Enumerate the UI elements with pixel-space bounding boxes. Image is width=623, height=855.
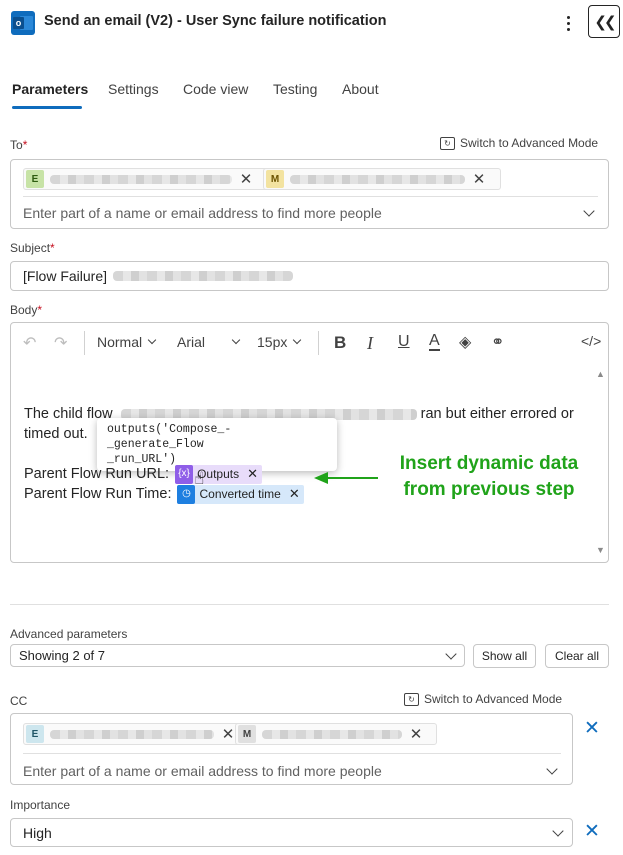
remove-cc-parameter-icon[interactable]: ✕ [584,719,600,738]
to-field[interactable]: E ✕ M ✕ Enter part of a name or email ad… [10,159,609,229]
remove-importance-parameter-icon[interactable]: ✕ [584,822,600,841]
importance-label: Importance [10,798,71,812]
style-dropdown[interactable]: Normal [97,334,157,350]
to-switch-advanced-mode[interactable]: ↻ Switch to Advanced Mode [440,136,598,150]
dynamic-token-outputs[interactable]: {x} Outputs ✕ [175,464,262,484]
tab-parameters[interactable]: Parameters [12,81,88,97]
tab-about[interactable]: About [342,81,379,97]
redacted-email [50,174,232,184]
bold-icon[interactable]: B [334,333,346,353]
recipient-chip: E ✕ [23,168,268,190]
cc-search-input[interactable]: Enter part of a name or email address to… [23,763,382,779]
to-search-input[interactable]: Enter part of a name or email address to… [23,205,382,221]
font-dropdown[interactable]: Arial [177,334,241,350]
page-title: Send an email (V2) - User Sync failure n… [44,13,387,29]
dynamic-token-converted-time[interactable]: ◷ Converted time ✕ [177,484,304,504]
font-color-icon[interactable]: A [429,332,440,351]
body-label: Body* [10,303,43,317]
remove-recipient-icon[interactable]: ✕ [238,172,254,187]
to-label: To* [10,138,28,152]
outlook-icon: o [11,11,35,35]
clear-all-button[interactable]: Clear all [545,644,609,668]
recipient-chip: E ✕ [23,723,249,745]
remove-recipient-icon[interactable]: ✕ [471,172,487,187]
more-vertical-icon[interactable] [560,10,576,36]
run-time-line: Parent Flow Run Time: ◷ Converted time ✕ [24,484,304,504]
redacted-subject [113,271,294,281]
chevron-down-icon [445,648,457,660]
remove-token-icon[interactable]: ✕ [289,484,300,504]
expression-icon: {x} [175,464,194,484]
redo-icon[interactable]: ↷ [54,333,67,353]
chevron-down-icon[interactable] [583,205,595,217]
tab-settings[interactable]: Settings [108,81,159,97]
code-view-icon[interactable]: </> [581,333,601,349]
section-divider [10,604,609,605]
chevron-down-icon [293,335,302,345]
active-tab-indicator [12,106,82,109]
redacted-email [262,729,402,739]
annotation-arrow-icon [314,472,378,484]
remove-token-icon[interactable]: ✕ [247,464,258,484]
annotation-callout: Insert dynamic data from previous step [399,453,579,500]
scroll-down-icon[interactable]: ▼ [596,545,605,555]
code-switch-icon: ↻ [440,136,455,150]
cc-switch-advanced-mode[interactable]: ↻ Switch to Advanced Mode [404,692,562,706]
avatar: M [238,725,256,743]
body-editor[interactable]: ↶ ↷ Normal Arial 15px B I U A ◈ ⚭ </> ▲ … [10,322,609,563]
divider [23,196,598,197]
advanced-parameters-label: Advanced parameters [10,627,128,641]
subject-input[interactable]: [Flow Failure] [10,261,609,291]
subject-label: Subject* [10,241,55,255]
undo-icon[interactable]: ↶ [23,333,36,353]
link-icon[interactable]: ⚭ [491,332,504,352]
toolbar-divider [318,331,319,355]
tab-code-view[interactable]: Code view [183,81,248,97]
avatar: E [26,170,44,188]
avatar: M [266,170,284,188]
chevron-double-left-icon: ❮❮ [594,13,616,31]
highlight-icon[interactable]: ◈ [459,332,471,352]
cc-field[interactable]: E ✕ M ✕ Enter part of a name or email ad… [10,713,573,785]
chevron-down-icon [147,335,157,345]
font-size-dropdown[interactable]: 15px [257,334,302,350]
advanced-parameters-dropdown[interactable]: Showing 2 of 7 [10,644,465,667]
scroll-up-icon[interactable]: ▲ [596,369,605,379]
chevron-down-icon [231,335,241,345]
redacted-email [50,729,214,739]
importance-dropdown[interactable]: High [10,818,573,847]
avatar: E [26,725,44,743]
redacted-email [290,174,465,184]
run-url-line: Parent Flow Run URL: {x} Outputs ✕ [24,464,262,484]
clock-icon: ◷ [177,484,196,504]
show-all-button[interactable]: Show all [473,644,536,668]
remove-recipient-icon[interactable]: ✕ [408,727,424,742]
cc-label: CC [10,694,28,708]
chevron-down-icon[interactable] [546,763,558,775]
chevron-down-icon [552,825,564,837]
tab-testing[interactable]: Testing [273,81,317,97]
recipient-chip: M ✕ [235,723,437,745]
underline-icon[interactable]: U [398,333,410,351]
recipient-chip: M ✕ [263,168,501,190]
italic-icon[interactable]: I [367,333,373,354]
collapse-panel-button[interactable]: ❮❮ [588,5,620,38]
remove-recipient-icon[interactable]: ✕ [220,727,236,742]
toolbar-divider [84,331,85,355]
code-switch-icon: ↻ [404,692,419,706]
divider [23,753,561,754]
